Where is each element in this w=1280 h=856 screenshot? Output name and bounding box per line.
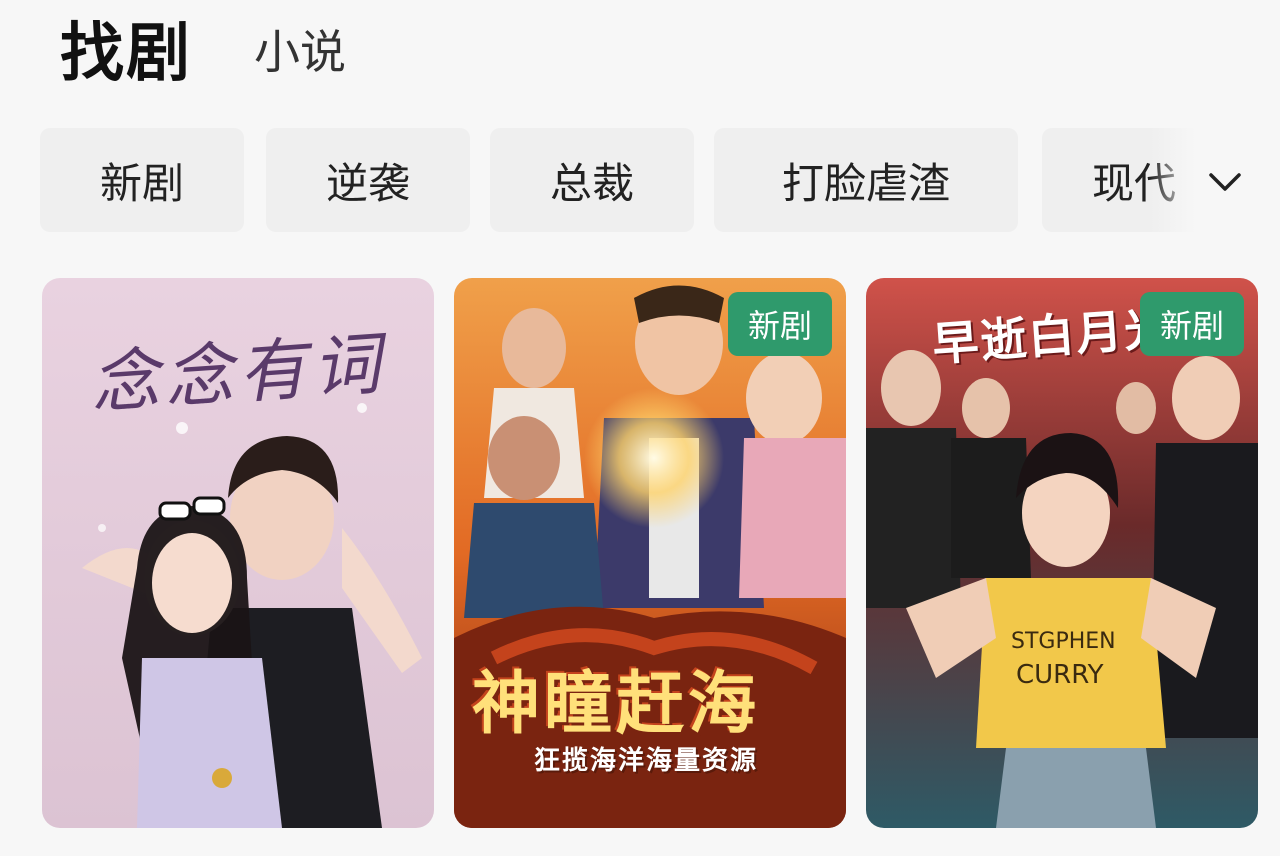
category-chip-new[interactable]: 新剧 [40, 128, 244, 232]
category-chip-label: 打脸虐渣 [781, 158, 950, 208]
category-chip-row: 新剧 逆袭 总裁 打脸虐渣 现代 [40, 128, 1280, 232]
drama-card[interactable]: 念念有词 [42, 278, 434, 828]
new-drama-badge: 新剧 [728, 292, 832, 356]
category-chip-label: 总裁 [549, 158, 634, 208]
svg-text:CURRY: CURRY [1016, 660, 1104, 690]
svg-text:STGPHEN: STGPHEN [1011, 629, 1116, 654]
drama-card[interactable]: 神瞳赶海 狂揽海洋海量资源 新剧 [454, 278, 846, 828]
chevron-down-icon[interactable] [1200, 160, 1250, 204]
category-chip-ceo[interactable]: 总裁 [490, 128, 694, 232]
category-chip-label: 新剧 [99, 158, 184, 208]
tab-novel[interactable]: 小说 [254, 12, 346, 94]
category-chip-counterattack[interactable]: 逆袭 [266, 128, 470, 232]
top-tabs: 找剧 小说 [60, 14, 346, 94]
new-drama-badge: 新剧 [1140, 292, 1244, 356]
category-chip-face-slap[interactable]: 打脸虐渣 [714, 128, 1018, 232]
category-chip-label: 逆袭 [325, 158, 410, 208]
tab-find-drama[interactable]: 找剧 [60, 14, 192, 94]
drama-card[interactable]: STGPHEN CURRY 早逝白月光 新剧 [866, 278, 1258, 828]
poster-title: 神瞳赶海 [472, 665, 761, 744]
poster-subtitle: 狂揽海洋海量资源 [534, 746, 759, 776]
poster-title: 念念有词 [88, 324, 389, 425]
